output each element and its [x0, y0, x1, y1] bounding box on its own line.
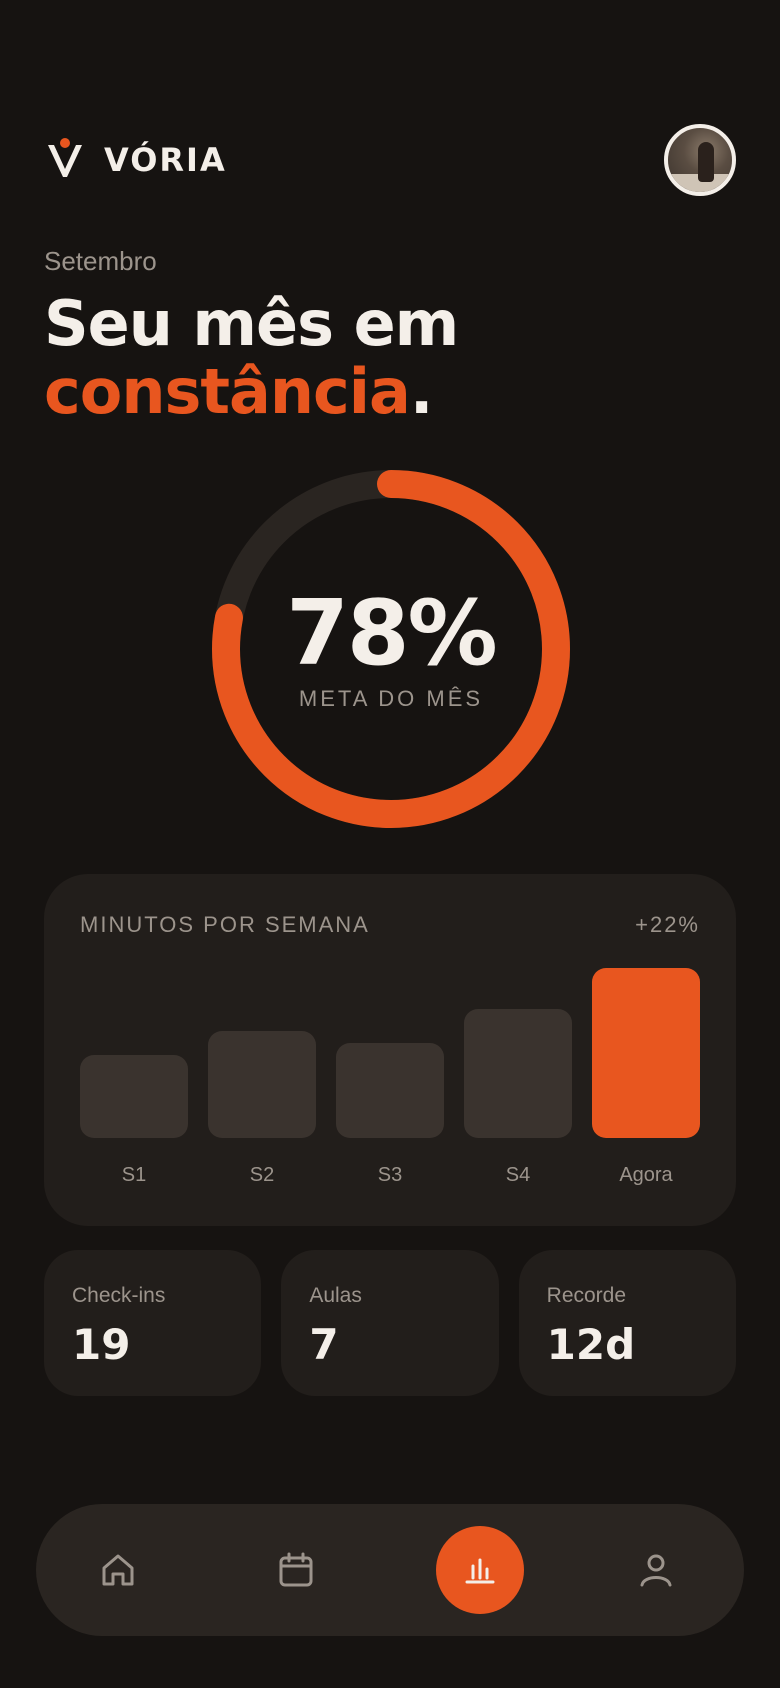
brand: VÓRIA [44, 137, 227, 183]
title-line-2: constância. [44, 358, 458, 426]
week-bar[interactable] [464, 1009, 572, 1138]
title-line-1: Seu mês em [44, 287, 459, 360]
title-accent: constância [44, 355, 411, 428]
home-icon [102, 1554, 134, 1586]
bottom-nav [36, 1504, 744, 1636]
stat-label: Aulas [309, 1284, 362, 1307]
stat-record[interactable]: Recorde 12d [518, 1250, 736, 1396]
stat-checkins[interactable]: Check-ins 19 [44, 1250, 262, 1396]
title-period: . [409, 355, 434, 428]
avatar-figure [698, 142, 714, 182]
stat-value: 7 [309, 1320, 339, 1369]
week-bar-label: S2 [249, 1164, 275, 1186]
app-header: VÓRIA [44, 122, 736, 198]
weekly-title: MINUTOS POR SEMANA [80, 912, 370, 937]
week-bar[interactable] [336, 1043, 444, 1138]
goal-percentage: 78% [286, 581, 497, 686]
stat-label: Recorde [546, 1284, 627, 1307]
stats-row: Check-ins 19 Aulas 7 Recorde 12d [44, 1250, 736, 1396]
stat-value: 12d [546, 1320, 636, 1369]
week-bar-label: S3 [377, 1164, 403, 1186]
weekly-header: MINUTOS POR SEMANA +22% [80, 912, 700, 938]
ring-center: 78% META DO MÊS [206, 464, 576, 834]
brand-name: VÓRIA [104, 141, 227, 179]
week-bar[interactable] [208, 1031, 316, 1138]
month-label: Setembro [44, 246, 157, 276]
week-bar[interactable] [80, 1055, 188, 1138]
goal-ring: 78% META DO MÊS [206, 464, 576, 834]
calendar-icon [279, 1552, 313, 1587]
week-bar-label: S1 [121, 1164, 147, 1186]
weekly-change: +22% [635, 912, 700, 937]
user-avatar[interactable] [664, 124, 736, 196]
page-title: Seu mês em constância. [44, 287, 459, 426]
v-logo-icon [48, 138, 82, 177]
weekly-bars [80, 968, 700, 1138]
week-bar[interactable] [592, 968, 700, 1138]
goal-label: META DO MÊS [298, 686, 484, 711]
weekly-minutes-card[interactable]: MINUTOS POR SEMANA +22% S1 S2 S3 S4 Agora [44, 874, 736, 1226]
nav-calendar[interactable] [252, 1526, 340, 1614]
nav-home[interactable] [74, 1526, 162, 1614]
week-bar-label: Agora [619, 1164, 673, 1186]
nav-profile[interactable] [612, 1526, 700, 1614]
stat-label: Check-ins [72, 1284, 166, 1307]
week-bar-label: S4 [505, 1164, 531, 1186]
stat-classes[interactable]: Aulas 7 [281, 1250, 499, 1396]
stat-value: 19 [72, 1320, 131, 1369]
profile-icon [640, 1554, 672, 1587]
bar-chart-icon [465, 1558, 495, 1584]
nav-stats[interactable] [436, 1526, 524, 1614]
